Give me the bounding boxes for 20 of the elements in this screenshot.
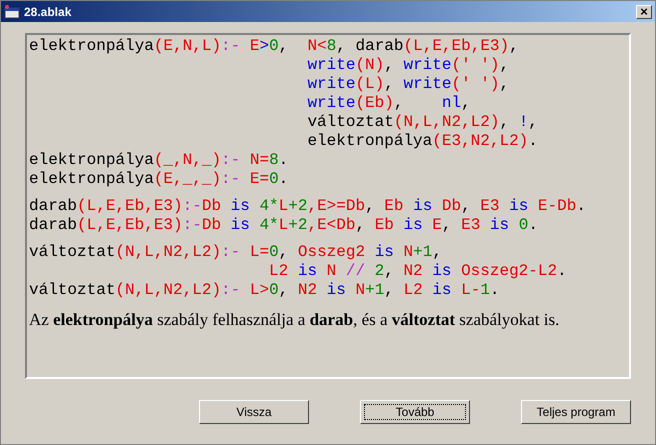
- code-line: write(Eb), nl,: [307, 94, 471, 113]
- code-line: változtat(N,L,N2,L2), !,: [307, 113, 538, 132]
- window-icon: [4, 4, 20, 18]
- dialog-button[interactable]: Teljes program: [521, 400, 631, 424]
- code-line: elektronpálya(E,_,_):- E=0.: [29, 170, 288, 189]
- dialog-button[interactable]: Vissza: [199, 400, 309, 424]
- code-line: L2 is N // 2, N2 is Osszeg2-L2.: [269, 262, 567, 281]
- code-line: elektronpálya(E3,N2,L2).: [307, 132, 538, 151]
- code-line: darab(L,E,Eb,E3):-Db is 4*L+2,E>=Db, Eb is Db, E3 is E-Db.: [29, 197, 586, 216]
- code-line: write(N), write(' '),: [307, 56, 510, 75]
- code-line: változtat(N,L,N2,L2):- L=0, Osszeg2 is N+1,: [29, 243, 442, 262]
- code-line: változtat(N,L,N2,L2):- L>0, N2 is N+1, L2 is L-1.: [29, 281, 500, 300]
- window-title: 28.ablak: [24, 4, 72, 20]
- dialog-button[interactable]: Tovább: [360, 400, 470, 424]
- description-text: Az elektronpálya szabály felhasználja a darab, és a változtat szabályokat is.: [29, 309, 560, 331]
- code-line: write(L), write(' '),: [307, 75, 510, 94]
- close-button[interactable]: ×: [636, 4, 652, 18]
- code-line: elektronpálya(E,N,L):- E>0, N<8, darab(L,E,Eb,E3),: [29, 37, 519, 56]
- code-line: elektronpálya(_,N,_):- N=8.: [29, 151, 288, 170]
- code-line: darab(L,E,Eb,E3):-Db is 4*L+2,E<Db, Eb is E, E3 is 0.: [29, 216, 538, 235]
